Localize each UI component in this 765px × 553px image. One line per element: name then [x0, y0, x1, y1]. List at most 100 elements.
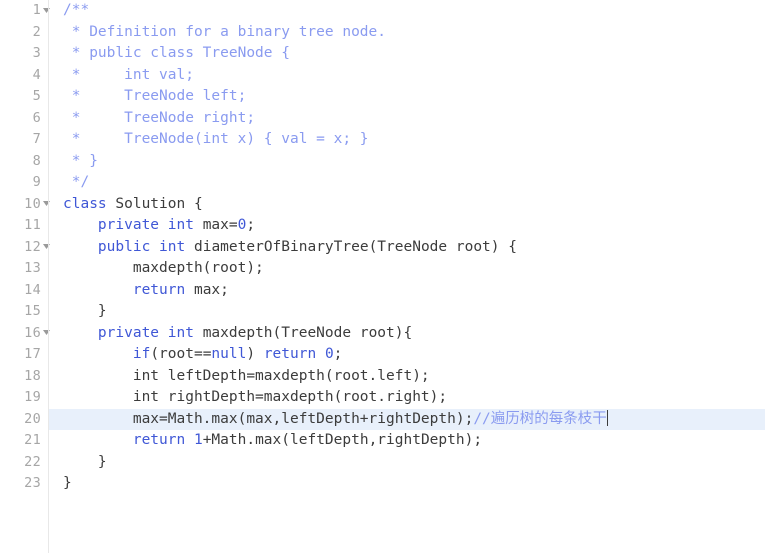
code-token-plain: }: [63, 475, 72, 491]
line-number: 3: [32, 45, 41, 61]
code-token-plain: ;: [333, 346, 343, 362]
code-line[interactable]: }: [49, 473, 765, 495]
text-caret: [606, 409, 608, 426]
code-token-plain: max;: [185, 281, 229, 298]
code-token-keyword: return: [132, 432, 186, 448]
line-number: 14: [24, 281, 41, 298]
line-number: 17: [24, 346, 41, 362]
code-token-plain: int rightDepth=maxdepth(root.right);: [63, 389, 448, 405]
gutter-row[interactable]: 20: [0, 409, 48, 431]
code-token-comment: * TreeNode left;: [63, 88, 247, 104]
gutter-row[interactable]: 4: [0, 65, 48, 87]
gutter-row[interactable]: 5: [0, 86, 48, 108]
gutter-row[interactable]: 1: [0, 0, 50, 22]
code-line[interactable]: }: [49, 452, 765, 474]
code-token-plain: }: [63, 303, 107, 319]
gutter-row[interactable]: 12: [0, 237, 50, 259]
line-number: 10: [24, 195, 41, 212]
chevron-down-icon[interactable]: [40, 0, 52, 22]
code-token-keyword: int: [159, 238, 186, 255]
code-token-plain: max=: [193, 217, 238, 233]
code-line[interactable]: private int max=0;: [49, 215, 765, 237]
code-token-comment: * Definition for a binary tree node.: [63, 23, 387, 40]
code-line[interactable]: * public class TreeNode {: [49, 43, 765, 65]
code-line[interactable]: * Definition for a binary tree node.: [49, 22, 765, 44]
code-line[interactable]: maxdepth(root);: [49, 258, 765, 280]
code-line[interactable]: */: [49, 172, 765, 194]
code-line[interactable]: * }: [49, 151, 765, 173]
code-line[interactable]: int rightDepth=maxdepth(root.right);: [49, 387, 765, 409]
gutter-row[interactable]: 6: [0, 108, 48, 130]
code-token-comment: * TreeNode(int x) { val = x; }: [63, 131, 369, 147]
gutter-separator: [48, 0, 49, 553]
code-token-number: 0: [324, 346, 334, 362]
code-token-keyword: return: [263, 346, 317, 362]
gutter-row[interactable]: 7: [0, 129, 48, 151]
code-token-keyword: private: [97, 324, 160, 341]
code-token-keyword: private: [97, 217, 160, 233]
gutter-row[interactable]: 19: [0, 387, 48, 409]
chevron-down-icon[interactable]: [40, 194, 52, 216]
chevron-down-icon[interactable]: [40, 323, 52, 345]
code-token-keyword: int: [167, 217, 194, 233]
code-token-plain: Solution {: [106, 195, 203, 212]
gutter-row[interactable]: 23: [0, 473, 48, 495]
line-number: 15: [24, 303, 41, 319]
code-token-plain: max=Math.max(max,leftDepth+rightDepth);: [63, 410, 474, 427]
code-editor[interactable]: /** * Definition for a binary tree node.…: [0, 0, 765, 553]
gutter-row[interactable]: 9: [0, 172, 48, 194]
gutter-row[interactable]: 3: [0, 43, 48, 65]
code-line[interactable]: * TreeNode(int x) { val = x; }: [49, 129, 765, 151]
gutter-row[interactable]: 2: [0, 22, 48, 44]
chevron-down-icon[interactable]: [40, 237, 52, 259]
code-token-keyword: return: [132, 281, 186, 298]
line-number: 9: [32, 174, 41, 190]
code-token-comment: * int val;: [63, 66, 194, 83]
code-line[interactable]: class Solution {: [49, 194, 765, 216]
gutter-row[interactable]: 17: [0, 344, 48, 366]
code-line[interactable]: max=Math.max(max,leftDepth+rightDepth);/…: [49, 408, 765, 430]
gutter-row[interactable]: 16: [0, 323, 50, 345]
line-number: 12: [24, 238, 41, 255]
code-token-comment: * TreeNode right;: [63, 109, 256, 126]
gutter-row[interactable]: 10: [0, 194, 50, 216]
gutter-row[interactable]: 22: [0, 452, 48, 474]
gutter-row[interactable]: 8: [0, 151, 48, 173]
code-line[interactable]: return 1+Math.max(leftDepth,rightDepth);: [49, 430, 765, 452]
code-line[interactable]: if(root==null) return 0;: [49, 344, 765, 366]
gutter-row[interactable]: 15: [0, 301, 48, 323]
code-token-keyword: null: [211, 346, 247, 362]
line-number-gutter[interactable]: 1 2 3 4 5 6 7 8 9 10 11 12 13 14 15 16 17 18 19 20 21 22 23: [0, 0, 50, 553]
line-number: 5: [32, 88, 41, 104]
gutter-row[interactable]: 11: [0, 215, 48, 237]
line-number: 6: [32, 109, 41, 126]
gutter-row[interactable]: 13: [0, 258, 48, 280]
code-token-plain: ;: [246, 217, 256, 233]
code-token-plain: }: [63, 453, 107, 470]
code-token-comment: //遍历树的每条枝干: [473, 410, 607, 427]
code-line[interactable]: private int maxdepth(TreeNode root){: [49, 323, 765, 345]
code-content-area[interactable]: /** * Definition for a binary tree node.…: [49, 0, 765, 553]
code-line[interactable]: public int diameterOfBinaryTree(TreeNode…: [49, 237, 765, 259]
line-number: 13: [24, 260, 41, 276]
code-line[interactable]: }: [49, 301, 765, 323]
code-line[interactable]: int leftDepth=maxdepth(root.left);: [49, 366, 765, 388]
code-line[interactable]: * TreeNode right;: [49, 108, 765, 130]
code-line[interactable]: /**: [49, 0, 765, 22]
line-number: 4: [32, 66, 41, 83]
gutter-row[interactable]: 18: [0, 366, 48, 388]
code-line[interactable]: return max;: [49, 280, 765, 302]
gutter-row[interactable]: 14: [0, 280, 48, 302]
line-number: 23: [24, 475, 41, 491]
code-token-comment: * public class TreeNode {: [63, 45, 290, 61]
code-line[interactable]: * TreeNode left;: [49, 86, 765, 108]
gutter-row[interactable]: 21: [0, 430, 48, 452]
code-line[interactable]: * int val;: [49, 65, 765, 87]
